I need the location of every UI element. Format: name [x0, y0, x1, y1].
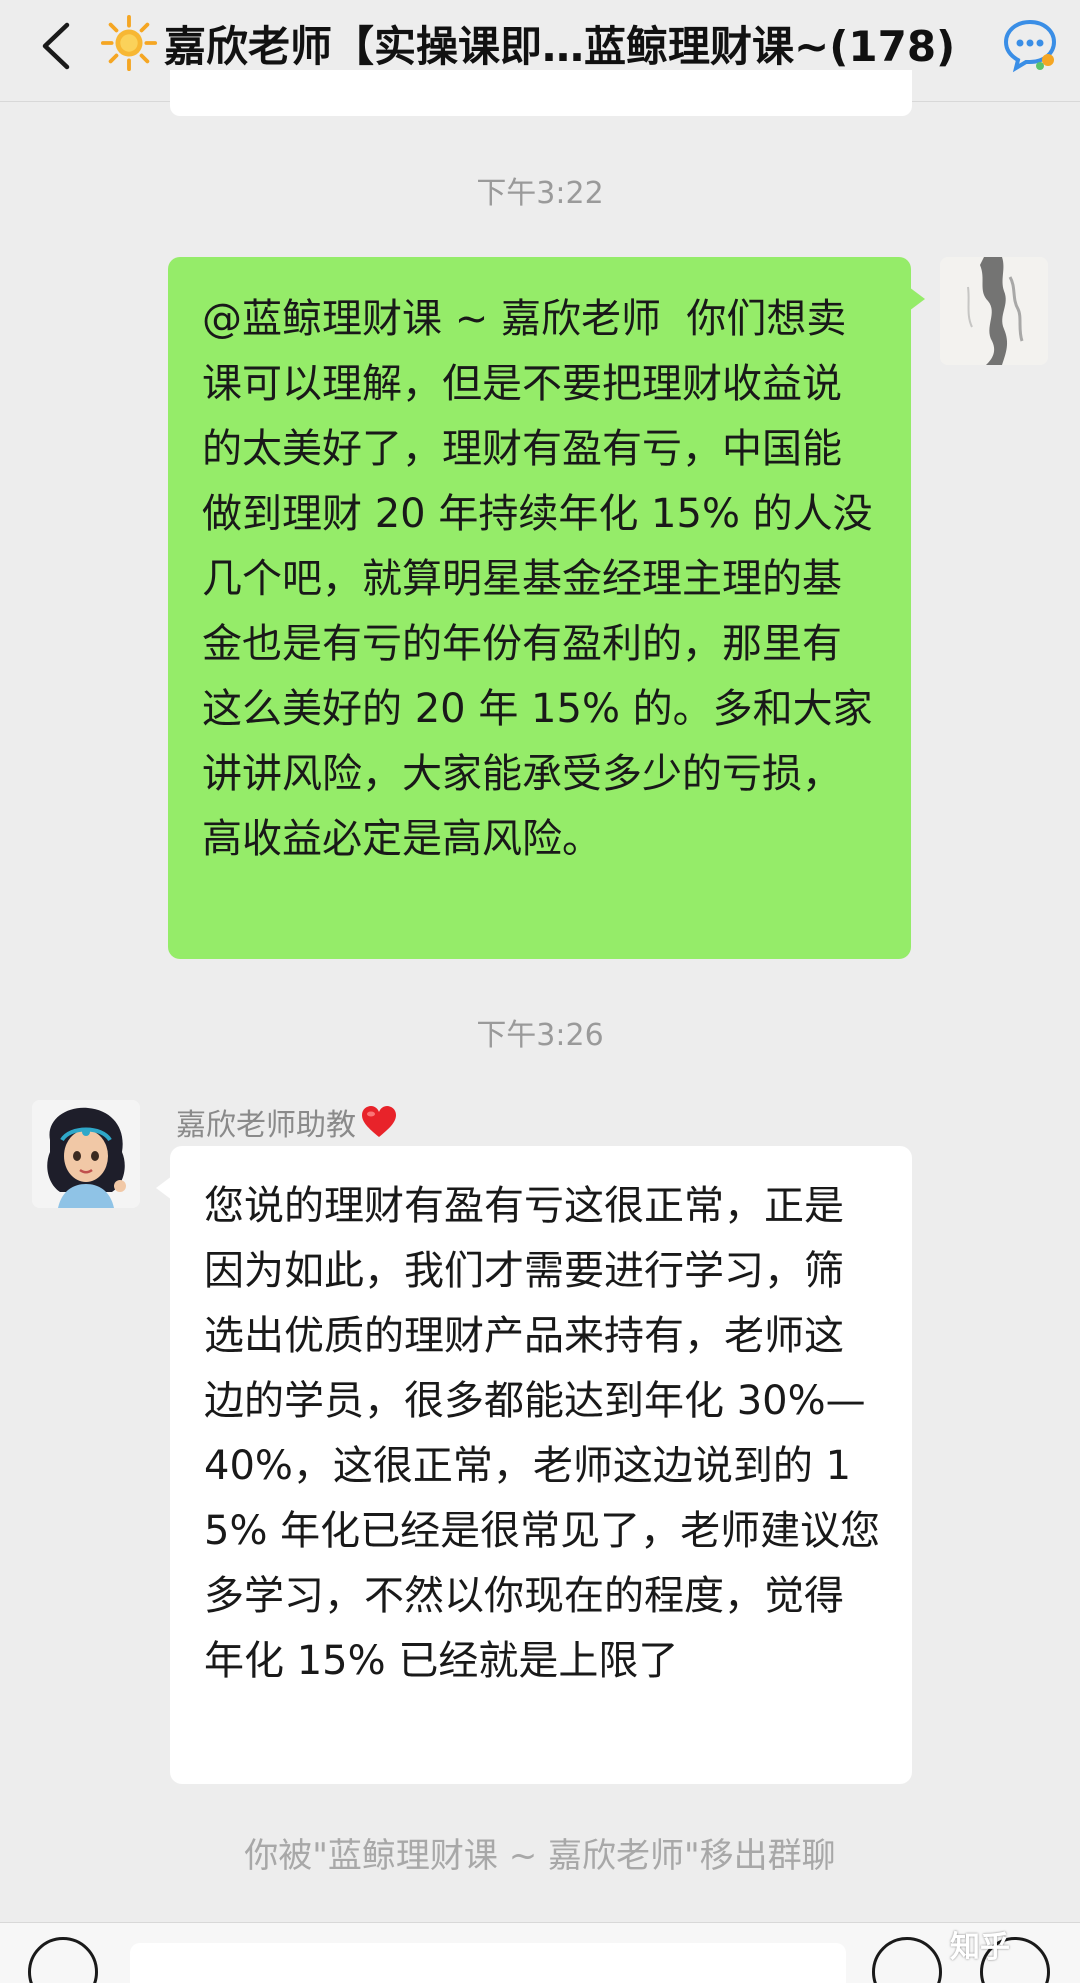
system-notice: 你被"蓝鲸理财课 ~ 嘉欣老师"移出群聊 — [244, 1836, 836, 1876]
chevron-left-icon — [42, 22, 70, 70]
avatar-image — [940, 257, 1048, 365]
chat-title-text: 嘉欣老师【实操课即…蓝鲸理财课~(178) — [164, 21, 956, 71]
input-bar — [0, 1922, 1080, 1983]
sun-icon — [100, 14, 158, 72]
chat-screen: 嘉欣老师【实操课即…蓝鲸理财课~(178) 下午3:22 @蓝鲸理财课 ~ 嘉欣… — [0, 0, 1080, 1983]
voice-button[interactable] — [28, 1937, 98, 1983]
sender-name-text: 嘉欣老师助教 — [176, 1108, 356, 1143]
chat-title: 嘉欣老师【实操课即…蓝鲸理财课~(178) — [100, 8, 980, 78]
previous-message-bubble — [170, 70, 912, 116]
timestamp: 下午3:26 — [476, 1018, 604, 1053]
timestamp: 下午3:22 — [476, 176, 604, 211]
emoji-button[interactable] — [872, 1937, 942, 1983]
avatar[interactable] — [940, 257, 1048, 365]
message-input[interactable] — [130, 1943, 846, 1983]
group-chat-icon[interactable] — [1000, 14, 1060, 74]
avatar-image — [32, 1100, 140, 1208]
avatar[interactable] — [32, 1100, 140, 1208]
back-button[interactable] — [28, 18, 84, 74]
reply-message-bubble[interactable]: 您说的理财有盈有亏这很正常，正是因为如此，我们才需要进行学习，筛选出优质的理财产… — [156, 1146, 912, 1784]
own-message-bubble[interactable]: @蓝鲸理财课 ~ 嘉欣老师 你们想卖课可以理解，但是不要把理财收益说的太美好了，… — [168, 257, 925, 959]
watermark: 知乎 — [950, 1930, 1010, 1965]
heart-icon — [362, 1106, 396, 1137]
sender-name: 嘉欣老师助教 — [176, 1100, 398, 1144]
